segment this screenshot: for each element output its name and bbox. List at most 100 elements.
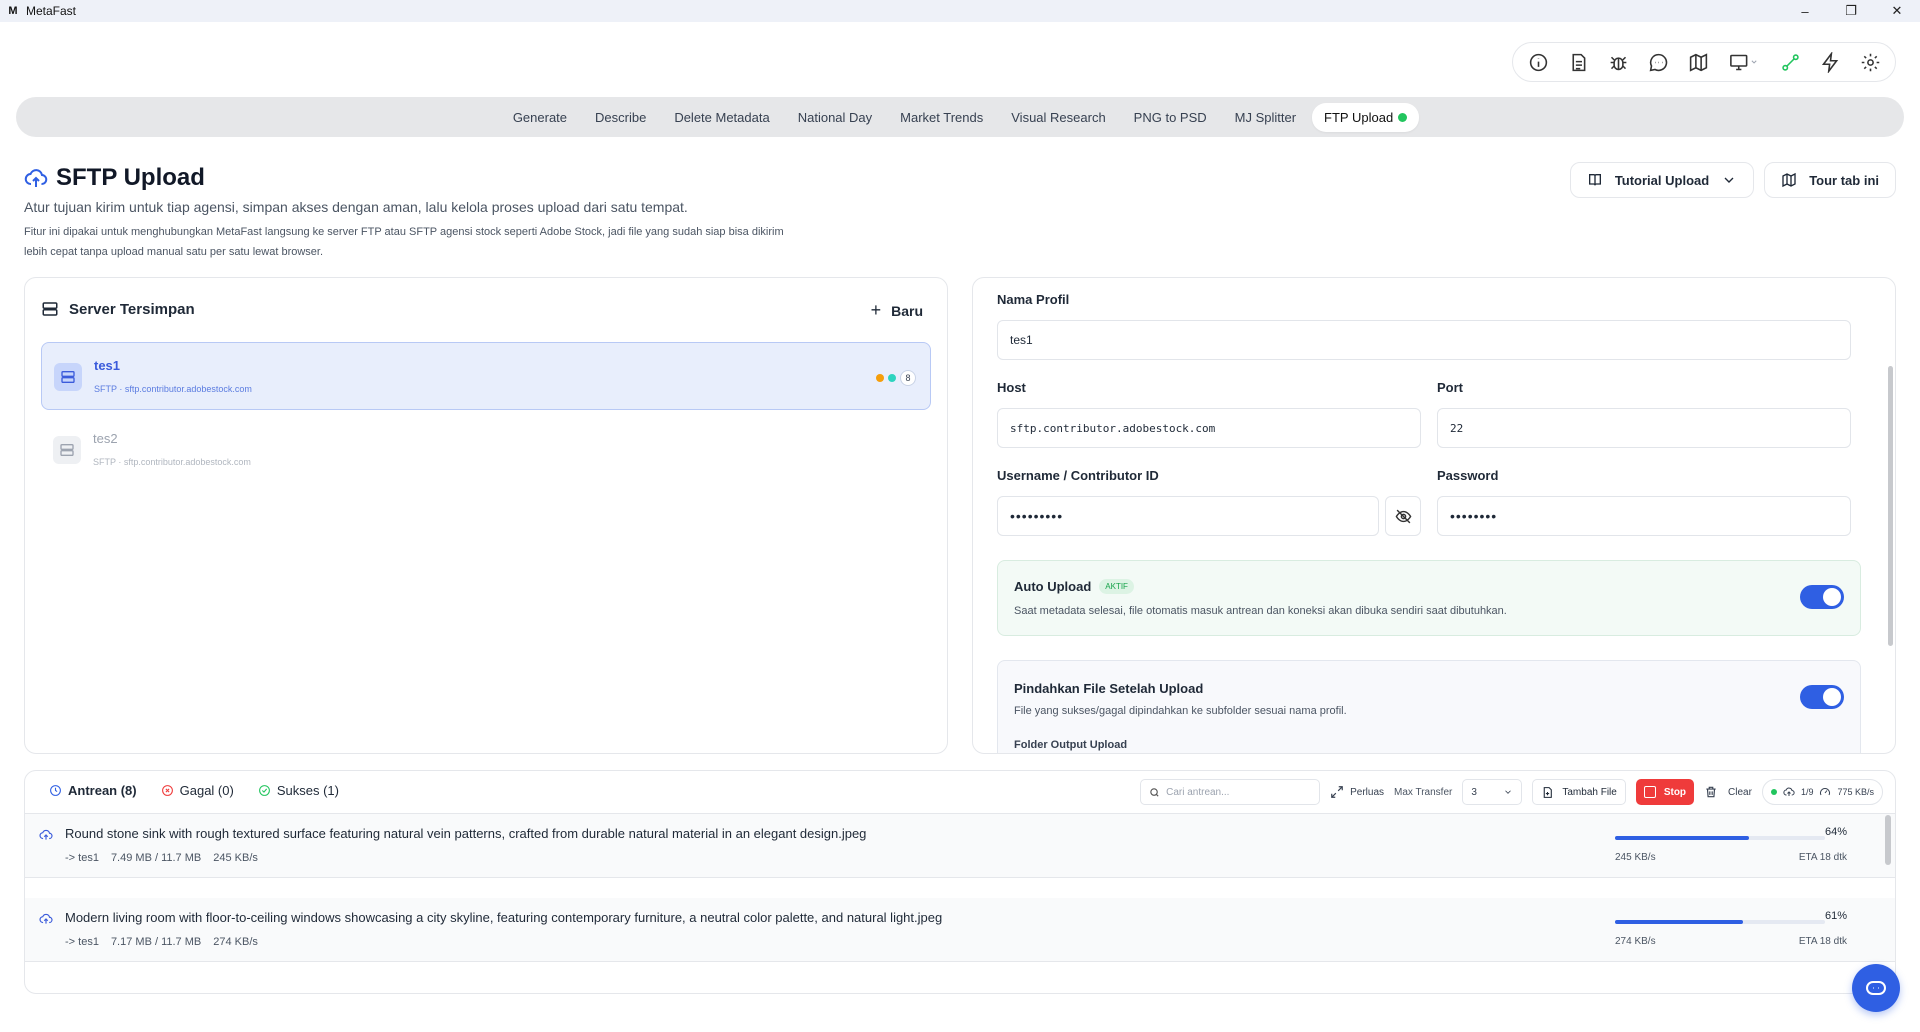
- tab-delete-metadata[interactable]: Delete Metadata: [662, 103, 781, 132]
- auto-upload-toggle[interactable]: [1800, 585, 1844, 609]
- stop-icon: [1643, 786, 1656, 798]
- queue-item[interactable]: Modern living room with floor-to-ceiling…: [25, 898, 1895, 962]
- app-title: MetaFast: [26, 4, 77, 18]
- maximize-button[interactable]: ❐: [1828, 0, 1874, 22]
- server-icon: [53, 436, 81, 464]
- auto-upload-title-text: Auto Upload: [1014, 579, 1092, 594]
- connection-icon[interactable]: [1773, 45, 1807, 79]
- max-transfer-label: Max Transfer: [1394, 786, 1453, 798]
- queue-item-meta: -> tes1 7.49 MB / 11.7 MB 245 KB/s: [65, 852, 258, 864]
- minimize-button[interactable]: –: [1782, 0, 1828, 22]
- tab-mj-splitter[interactable]: MJ Splitter: [1223, 103, 1308, 132]
- password-input[interactable]: ••••••••: [1437, 496, 1851, 536]
- tab-describe[interactable]: Describe: [583, 103, 658, 132]
- tab-gagal[interactable]: Gagal (0): [161, 783, 234, 798]
- connection-status-dot: [1770, 789, 1777, 795]
- queue-item-meta: -> tes1 7.17 MB / 11.7 MB 274 KB/s: [65, 936, 258, 948]
- stop-button[interactable]: Stop: [1635, 779, 1695, 805]
- progress-fill: [1615, 836, 1750, 840]
- status-dot-orange: [876, 374, 884, 382]
- clear-button[interactable]: Clear: [1704, 785, 1752, 799]
- expand-button[interactable]: Perluas: [1330, 785, 1384, 799]
- profile-form-panel: Nama Profil tes1 Host sftp.contributor.a…: [972, 277, 1896, 754]
- tab-antrean[interactable]: Antrean (8): [49, 783, 137, 798]
- check-circle-icon: [258, 785, 270, 796]
- title-bar: M MetaFast – ❐ ✕: [0, 0, 1920, 22]
- upload-queue-panel: Antrean (8) Gagal (0) Sukses (1) Cari an…: [24, 770, 1896, 994]
- queue-scrollbar[interactable]: [1885, 815, 1891, 865]
- map-icon[interactable]: [1681, 45, 1715, 79]
- queue-item-size: 7.49 MB / 11.7 MB: [110, 852, 202, 864]
- queue-item-size: 7.17 MB / 11.7 MB: [110, 936, 202, 948]
- queue-search-input[interactable]: Cari antrean...: [1140, 779, 1321, 805]
- page-title-text: SFTP Upload: [56, 164, 205, 191]
- tab-visual-research[interactable]: Visual Research: [999, 103, 1117, 132]
- cloud-upload-icon: [24, 169, 48, 187]
- queue-item-eta: ETA 18 dtk: [1798, 852, 1847, 863]
- close-window-button[interactable]: ✕: [1874, 0, 1920, 22]
- chat-icon[interactable]: [1641, 45, 1675, 79]
- new-server-button[interactable]: + Baru: [871, 300, 923, 321]
- queue-count-badge: 8: [900, 370, 916, 386]
- clock-icon: [50, 785, 61, 796]
- tab-gagal-label: Gagal (0): [179, 783, 234, 798]
- book-icon: [1588, 174, 1601, 186]
- tab-sukses-label: Sukses (1): [276, 783, 339, 798]
- move-files-description: File yang sukses/gagal dipindahkan ke su…: [1014, 705, 1347, 717]
- max-transfer-select[interactable]: 3: [1462, 779, 1523, 805]
- chatbot-button[interactable]: [1852, 964, 1900, 1012]
- progress-fill: [1615, 920, 1744, 924]
- server-item-tes2[interactable]: tes2 SFTP · sftp.contributor.adobestock.…: [41, 416, 931, 484]
- main-nav: Generate Describe Delete Metadata Nation…: [16, 97, 1904, 137]
- queue-tabs: Antrean (8) Gagal (0) Sukses (1): [49, 783, 339, 798]
- chatbot-icon: [1866, 981, 1886, 995]
- info-icon[interactable]: [1521, 45, 1555, 79]
- move-files-toggle[interactable]: [1800, 685, 1844, 709]
- password-label: Password: [1437, 468, 1499, 483]
- queue-item[interactable]: Round stone sink with rough textured sur…: [25, 814, 1895, 878]
- host-input[interactable]: sftp.contributor.adobestock.com: [997, 408, 1421, 448]
- app-logo-icon: M: [8, 5, 18, 17]
- queue-item-filename: Modern living room with floor-to-ceiling…: [65, 910, 943, 925]
- tutorial-upload-button[interactable]: Tutorial Upload: [1569, 162, 1755, 198]
- status-badge: AKTIF: [1099, 579, 1134, 594]
- tab-generate[interactable]: Generate: [501, 103, 579, 132]
- server-icon: [54, 363, 82, 391]
- page-subtitle: Atur tujuan kirim untuk tiap agensi, sim…: [24, 199, 688, 215]
- add-file-button[interactable]: Tambah File: [1532, 779, 1626, 805]
- tab-antrean-label: Antrean (8): [68, 783, 137, 798]
- saved-servers-title: Server Tersimpan: [69, 300, 195, 318]
- page-header: SFTP Upload: [24, 164, 205, 192]
- saved-servers-panel: Server Tersimpan + Baru tes1 SFTP · sftp…: [24, 277, 948, 754]
- transfer-speed: 775 KB/s: [1837, 787, 1874, 797]
- port-label: Port: [1437, 380, 1463, 395]
- search-placeholder: Cari antrean...: [1166, 786, 1230, 798]
- monitor-icon[interactable]: [1721, 45, 1767, 79]
- queue-item-percent: 61%: [1824, 910, 1847, 922]
- port-input[interactable]: 22: [1437, 408, 1851, 448]
- gear-icon[interactable]: [1853, 45, 1887, 79]
- bug-icon[interactable]: [1601, 45, 1635, 79]
- stop-label: Stop: [1663, 786, 1687, 798]
- username-input[interactable]: •••••••••: [997, 496, 1379, 536]
- document-icon[interactable]: [1561, 45, 1595, 79]
- tab-ftp-upload[interactable]: FTP Upload: [1312, 102, 1420, 132]
- top-toolbar: [1512, 42, 1896, 82]
- saved-servers-header: Server Tersimpan: [41, 300, 195, 318]
- queue-controls: Cari antrean... Perluas Max Transfer 3 T…: [1140, 779, 1883, 805]
- server-item-tes1[interactable]: tes1 SFTP · sftp.contributor.adobestock.…: [41, 342, 931, 410]
- queue-item-percent: 64%: [1824, 826, 1847, 838]
- lightning-icon[interactable]: [1813, 45, 1847, 79]
- tab-national-day[interactable]: National Day: [786, 103, 884, 132]
- tour-tab-button[interactable]: Tour tab ini: [1764, 162, 1896, 198]
- profile-name-input[interactable]: tes1: [997, 320, 1851, 360]
- tab-market-trends[interactable]: Market Trends: [888, 103, 995, 132]
- tab-png-to-psd[interactable]: PNG to PSD: [1122, 103, 1219, 132]
- folder-output-label: Folder Output Upload: [1014, 739, 1128, 751]
- server-host: SFTP · sftp.contributor.adobestock.com: [94, 384, 252, 394]
- chevron-down-icon: [1724, 177, 1734, 183]
- toggle-visibility-button[interactable]: [1385, 496, 1421, 536]
- tutorial-upload-label: Tutorial Upload: [1614, 172, 1710, 188]
- form-scrollbar[interactable]: [1888, 366, 1893, 646]
- tab-sukses[interactable]: Sukses (1): [258, 783, 339, 798]
